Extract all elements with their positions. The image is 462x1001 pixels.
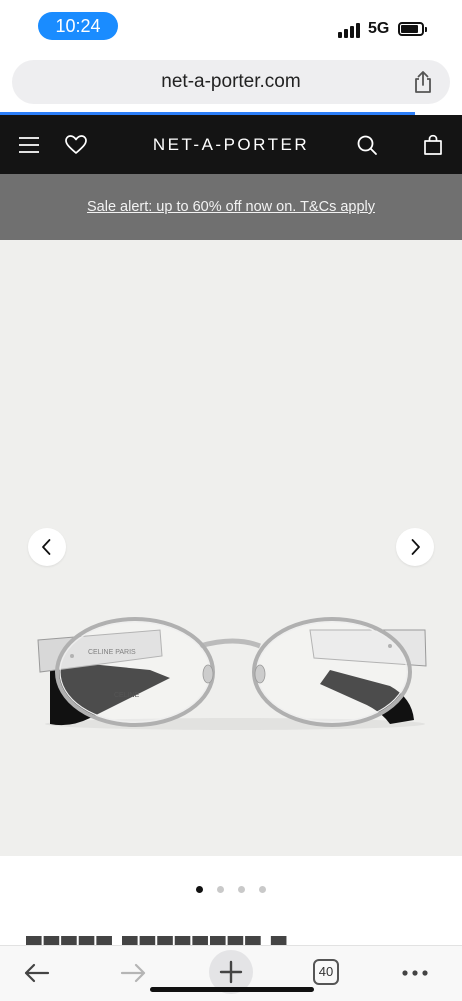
product-image-gallery[interactable]: CELINE PARIS CELINE (0, 240, 462, 856)
next-image-button[interactable] (396, 528, 434, 566)
home-indicator (150, 987, 314, 992)
svg-text:CELINE: CELINE (114, 692, 140, 699)
browser-toolbar: 40 (0, 945, 462, 1001)
back-arrow-icon[interactable] (22, 958, 52, 988)
tabs-count-button[interactable]: 40 (313, 959, 339, 985)
search-icon[interactable] (355, 133, 379, 157)
chevron-left-icon (42, 539, 51, 555)
shopping-bag-icon[interactable] (421, 133, 445, 157)
more-options-icon[interactable] (400, 958, 430, 988)
gallery-dot[interactable] (217, 886, 224, 893)
sale-alert-link[interactable]: Sale alert: up to 60% off now on. T&Cs a… (0, 174, 462, 240)
signal-bars-icon (338, 22, 362, 38)
gallery-pagination-dots[interactable] (0, 880, 462, 893)
forward-arrow-icon[interactable] (118, 958, 148, 988)
site-logo[interactable]: NET-A-PORTER (0, 115, 462, 174)
share-icon[interactable] (412, 70, 434, 94)
gallery-dot[interactable] (196, 886, 203, 893)
url-text[interactable]: net-a-porter.com (12, 60, 450, 104)
chevron-right-icon (411, 539, 420, 555)
gallery-dot[interactable] (259, 886, 266, 893)
sale-banner: Sale alert: up to 60% off now on. T&Cs a… (0, 174, 462, 240)
battery-icon (398, 22, 427, 36)
address-bar[interactable]: net-a-porter.com (12, 60, 450, 104)
gallery-dot[interactable] (238, 886, 245, 893)
status-time: 10:24 (38, 12, 118, 40)
network-type: 5G (368, 20, 390, 37)
status-bar: 10:24 5G (0, 0, 462, 52)
site-header: NET-A-PORTER (0, 115, 462, 174)
product-image-glasses: CELINE PARIS CELINE (37, 617, 427, 730)
previous-image-button[interactable] (28, 528, 66, 566)
